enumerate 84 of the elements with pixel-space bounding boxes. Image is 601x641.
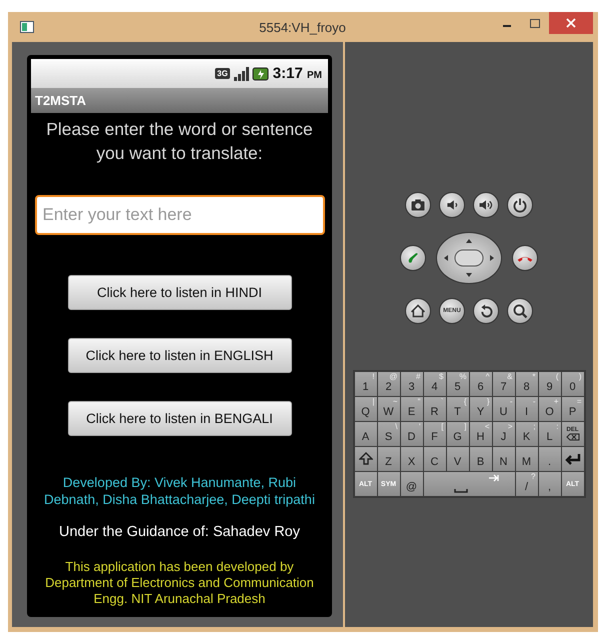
keyboard-key[interactable]: G ] bbox=[446, 422, 468, 446]
keyboard-key[interactable]: T { bbox=[446, 397, 468, 421]
battery-icon bbox=[252, 66, 270, 80]
keyboard-key[interactable]: 1 ! bbox=[354, 372, 376, 396]
power-button[interactable] bbox=[507, 192, 533, 218]
space-key[interactable] bbox=[424, 472, 514, 496]
camera-button[interactable] bbox=[405, 192, 431, 218]
keyboard-key[interactable]: 7 & bbox=[492, 372, 514, 396]
phone-icon bbox=[408, 253, 418, 263]
maximize-icon bbox=[530, 18, 540, 28]
enter-icon bbox=[564, 453, 580, 465]
keyboard-key[interactable]: B bbox=[470, 447, 492, 471]
space-icon bbox=[454, 489, 468, 493]
keyboard-key[interactable]: M bbox=[516, 447, 538, 471]
back-icon bbox=[481, 304, 492, 318]
keyboard-key[interactable]: 0 ) bbox=[562, 372, 584, 396]
keyboard-key[interactable]: X bbox=[400, 447, 422, 471]
volume-up-icon bbox=[480, 200, 492, 210]
keyboard-key[interactable]: E " bbox=[400, 397, 422, 421]
enter-key[interactable] bbox=[562, 447, 584, 471]
keyboard-key[interactable]: 4 $ bbox=[424, 372, 446, 396]
home-icon bbox=[410, 304, 426, 318]
keyboard-key[interactable]: D ' bbox=[400, 422, 422, 446]
search-icon bbox=[514, 304, 528, 318]
shift-icon bbox=[358, 452, 372, 466]
listen-button[interactable]: Click here to listen in ENGLISH bbox=[68, 338, 292, 373]
keyboard-key[interactable]: Q | bbox=[354, 397, 376, 421]
hang-up-icon bbox=[518, 257, 532, 262]
keyboard-key[interactable]: N bbox=[492, 447, 514, 471]
keyboard-key[interactable]: O + bbox=[538, 397, 560, 421]
keyboard-key[interactable]: / ? bbox=[516, 472, 538, 496]
call-button[interactable] bbox=[400, 245, 426, 271]
search-button[interactable] bbox=[507, 298, 533, 324]
keyboard-key[interactable]: A bbox=[354, 422, 376, 446]
backspace-icon bbox=[566, 433, 580, 441]
keyboard-key[interactable]: I - bbox=[516, 397, 538, 421]
signal-icon bbox=[232, 66, 249, 82]
status-time: 3:17 PM bbox=[272, 65, 322, 82]
tab-icon bbox=[488, 474, 499, 482]
app-icon bbox=[20, 21, 34, 33]
close-icon bbox=[566, 18, 576, 28]
keyboard-key[interactable]: J > bbox=[492, 422, 514, 446]
instruction-text: Please enter the word or sentence you want to translate: bbox=[45, 118, 314, 165]
volume-down-button[interactable] bbox=[439, 192, 465, 218]
power-icon bbox=[514, 198, 526, 213]
close-button[interactable] bbox=[549, 12, 593, 34]
keyboard-key[interactable]: @ bbox=[400, 472, 422, 496]
back-button[interactable] bbox=[473, 298, 499, 324]
app-title: T2MSTA bbox=[35, 93, 86, 108]
keyboard-key[interactable]: 3 # bbox=[400, 372, 422, 396]
keyboard-key[interactable]: K ; bbox=[516, 422, 538, 446]
volume-down-icon bbox=[447, 200, 458, 210]
keyboard-key[interactable]: L : bbox=[538, 422, 560, 446]
developers-credit: Developed By: Vivek Hanumante, Rubi Debnath, Disha Bhattacharjee, Deepti tripathi bbox=[43, 474, 316, 508]
keyboard-key[interactable]: 5 % bbox=[446, 372, 468, 396]
network-type-icon: 3G bbox=[215, 68, 230, 79]
keyboard-key[interactable]: . bbox=[538, 447, 560, 471]
window-title: 5554:VH_froyo bbox=[259, 20, 346, 34]
keyboard-key[interactable]: H < bbox=[470, 422, 492, 446]
end-call-button[interactable] bbox=[512, 245, 538, 271]
keyboard-key[interactable]: V bbox=[446, 447, 468, 471]
keyboard-key[interactable]: 8 * bbox=[516, 372, 538, 396]
keyboard-key[interactable]: Y } bbox=[470, 397, 492, 421]
keyboard-key[interactable]: 9 ( bbox=[538, 372, 560, 396]
keyboard-key[interactable]: R ` bbox=[424, 397, 446, 421]
keyboard-key[interactable]: C bbox=[424, 447, 446, 471]
keyboard-key[interactable]: Z bbox=[378, 447, 400, 471]
keyboard-key[interactable]: , bbox=[538, 472, 560, 496]
listen-button[interactable]: Click here to listen in HINDI bbox=[68, 275, 292, 310]
volume-up-button[interactable] bbox=[473, 192, 499, 218]
home-button[interactable] bbox=[405, 298, 431, 324]
department-credit: This application has been developed by Department of Electronics and Communication Engg. NIT Arunachal Pradesh bbox=[44, 559, 315, 607]
keyboard-key[interactable]: S \ bbox=[378, 422, 400, 446]
keyboard-key[interactable]: 6 ^ bbox=[470, 372, 492, 396]
keyboard-key[interactable]: P = bbox=[562, 397, 584, 421]
text-input-field[interactable]: Enter your text here bbox=[34, 195, 324, 235]
guidance-credit: Under the Guidance of: Sahadev Roy bbox=[58, 524, 300, 541]
shift-key[interactable] bbox=[354, 447, 376, 471]
keyboard-key[interactable]: W ~ bbox=[378, 397, 400, 421]
keyboard-key[interactable]: F [ bbox=[424, 422, 446, 446]
listen-button[interactable]: Click here to listen in BENGALI bbox=[68, 401, 292, 436]
keyboard-key[interactable]: U - bbox=[492, 397, 514, 421]
keyboard-key[interactable]: 2 @ bbox=[378, 372, 400, 396]
camera-icon bbox=[412, 199, 424, 211]
